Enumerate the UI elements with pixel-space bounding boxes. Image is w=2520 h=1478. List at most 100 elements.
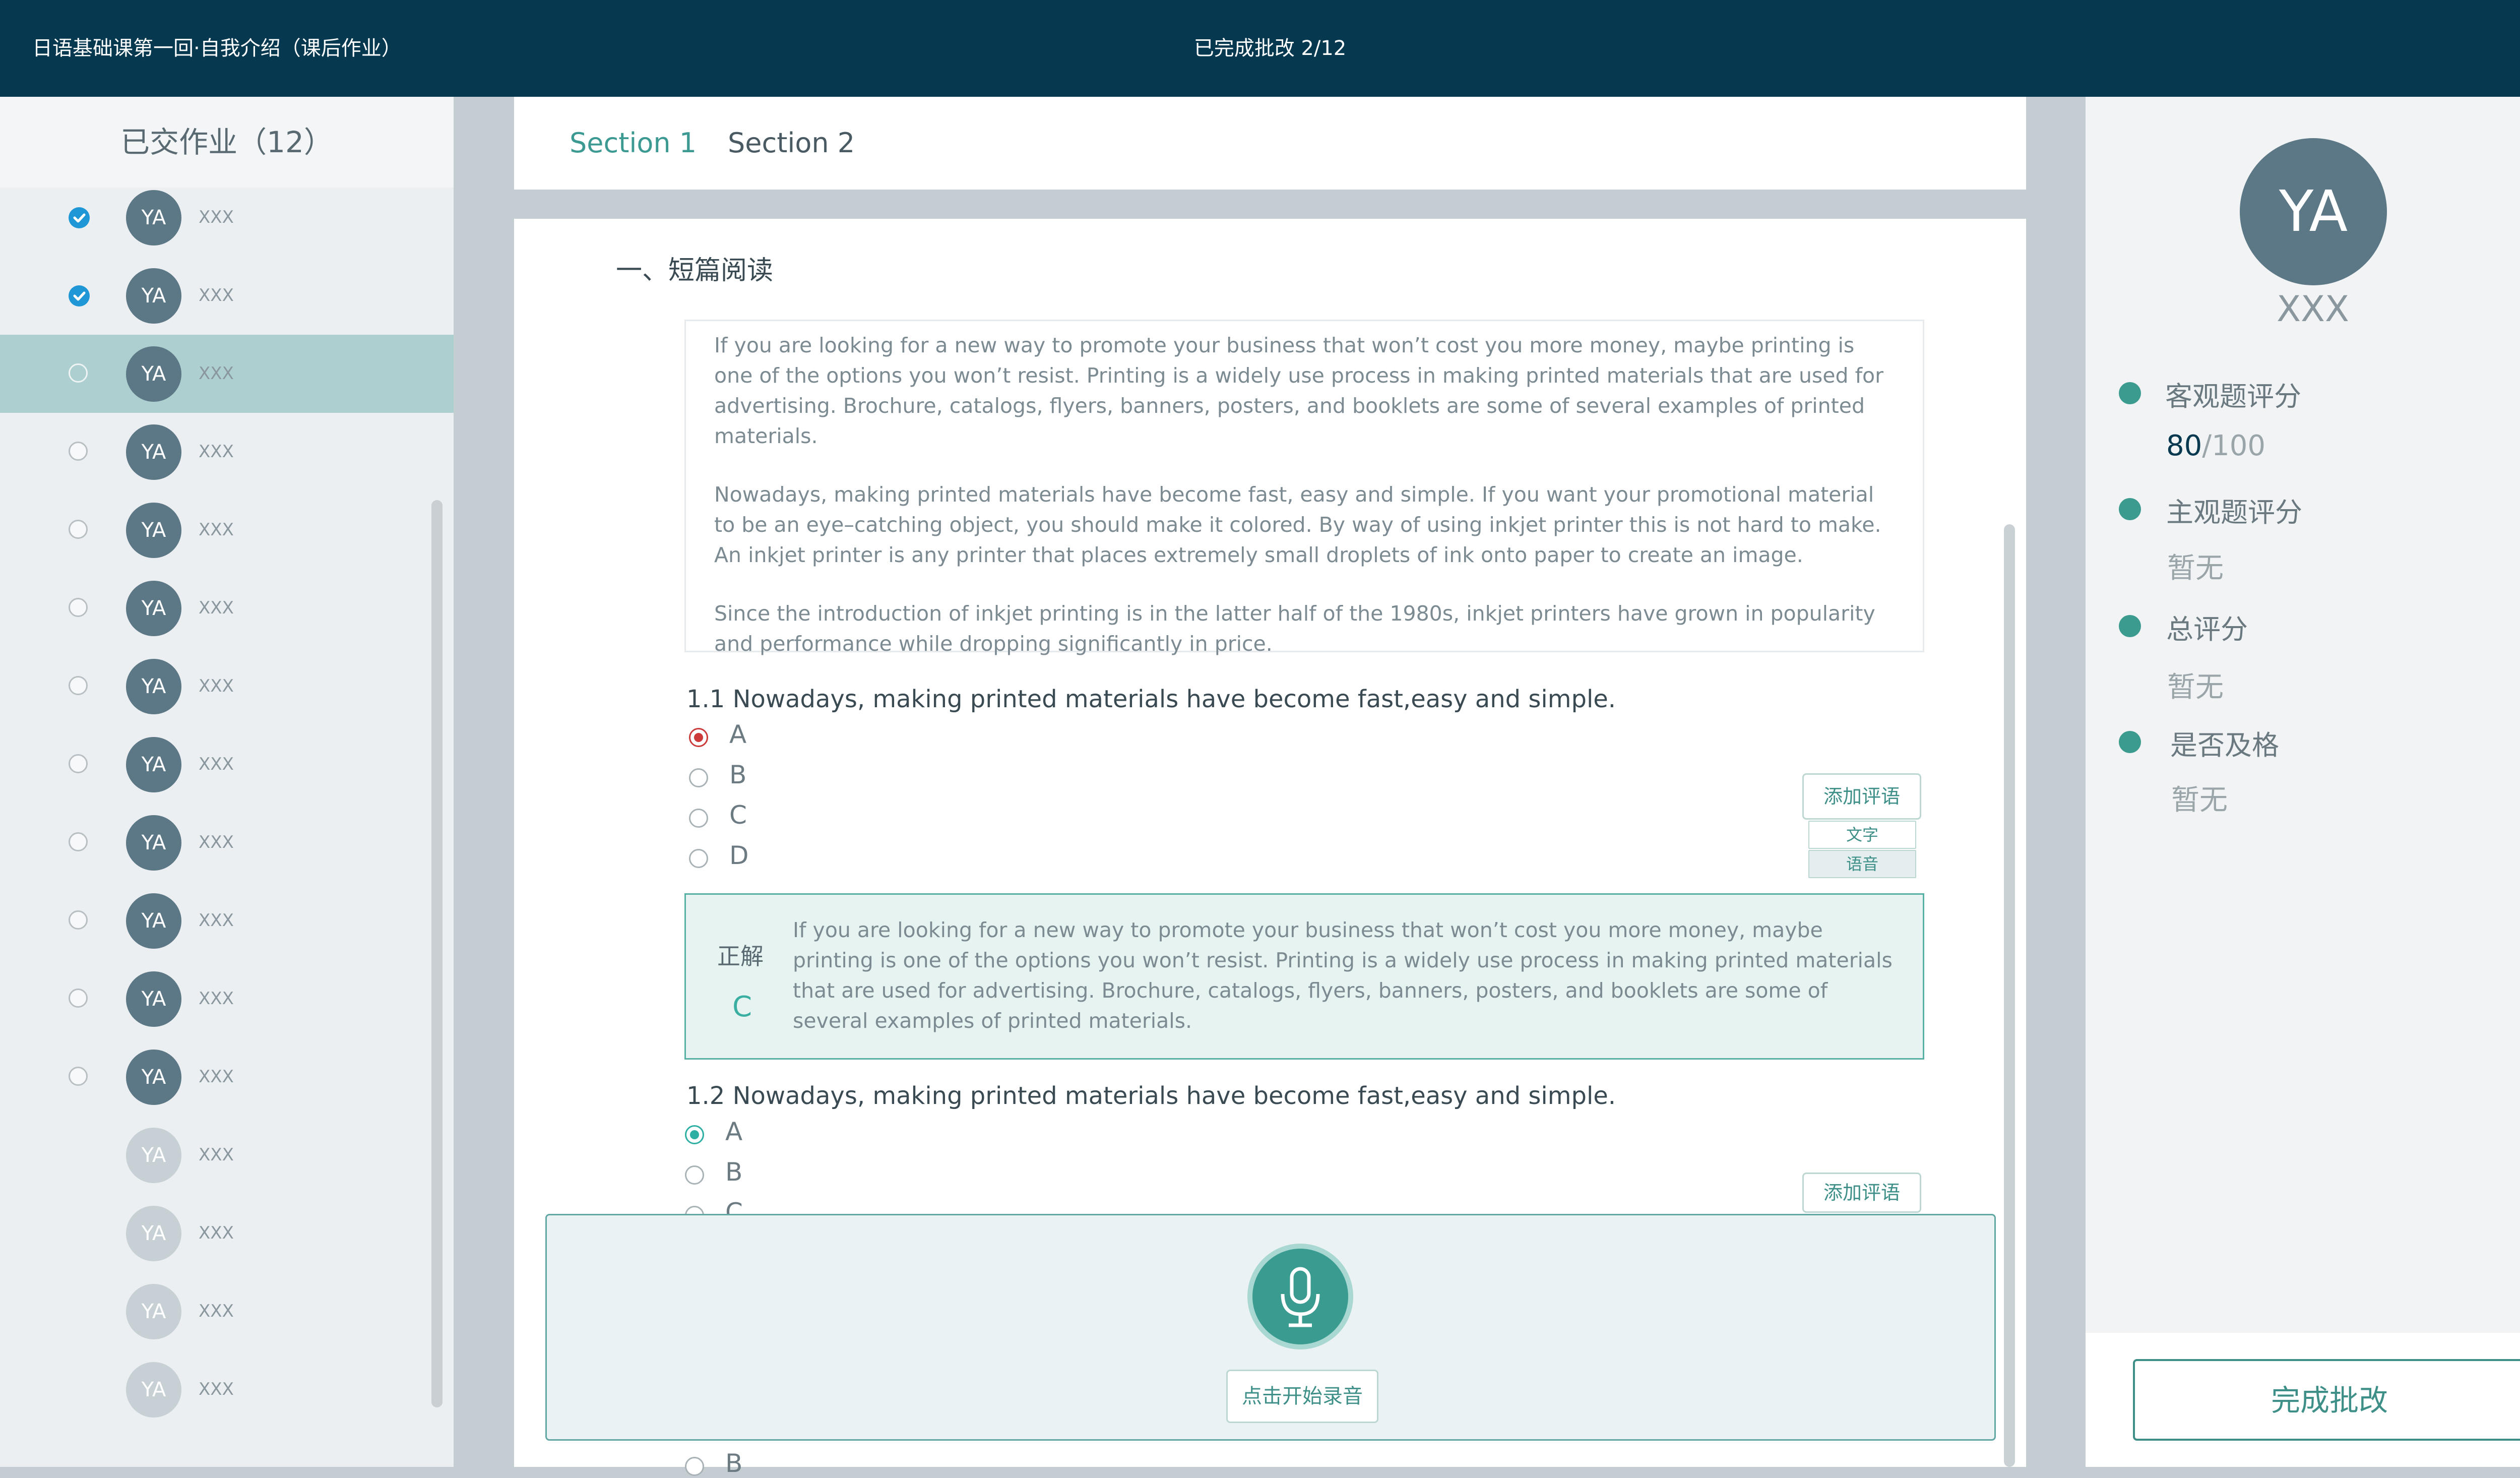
q2-add-comment-button[interactable]: 添加评语 (1802, 1173, 1921, 1213)
student-name: XXX (199, 207, 234, 227)
student-select-radio[interactable] (69, 832, 88, 851)
student-name: XXX (199, 754, 234, 774)
student-row[interactable]: YA XXX (0, 569, 454, 647)
student-row[interactable]: YA XXX (0, 491, 454, 569)
q3-option-b-radio[interactable] (685, 1457, 704, 1476)
student-select-radio[interactable] (69, 676, 88, 695)
student-avatar: YA (126, 1362, 181, 1418)
student-select-radio[interactable] (69, 363, 88, 383)
student-name: XXX (199, 1379, 234, 1399)
student-row[interactable]: YA XXX (0, 882, 454, 960)
student-avatar: YA (2240, 138, 2387, 285)
student-row[interactable]: YA XXX (0, 647, 454, 725)
q1-option-b-radio[interactable] (689, 768, 708, 787)
objective-score-label: 客观题评分 (2165, 381, 2301, 412)
student-avatar: YA (126, 268, 181, 324)
section-tab-bar: Section 1 Section 2 (514, 97, 2026, 190)
student-row[interactable]: YA XXX (0, 178, 454, 257)
student-select-radio[interactable] (69, 598, 88, 617)
student-name: XXX (199, 1301, 234, 1321)
assignment-title: 日语基础课第一回·自我介绍（课后作业） (32, 37, 402, 60)
reading-passage: If you are looking for a new way to prom… (684, 320, 1924, 656)
total-score-label: 总评分 (2166, 613, 2248, 645)
student-row[interactable]: YA XXX (0, 1194, 454, 1272)
student-select-radio[interactable] (69, 910, 88, 930)
student-select-radio[interactable] (69, 442, 88, 461)
tab-section-2[interactable]: Section 2 (728, 97, 855, 190)
student-avatar: YA (126, 659, 181, 714)
finish-grading-button[interactable]: 完成批改 (2133, 1359, 2520, 1441)
passage-paragraph: If you are looking for a new way to prom… (714, 333, 1883, 448)
voice-record-panel: 点击开始录音 (545, 1214, 1996, 1441)
question-2-text: 1.2 Nowadays, making printed materials h… (686, 1082, 1616, 1110)
q2-option-a-radio[interactable] (685, 1125, 704, 1144)
content-scrollbar[interactable] (2004, 524, 2015, 1467)
student-row[interactable]: YA XXX (0, 257, 454, 335)
q1-option-label: B (729, 760, 747, 789)
q1-option-d-radio[interactable] (689, 849, 708, 868)
passage-paragraph: Nowadays, making printed materials have … (714, 482, 1881, 567)
student-select-radio[interactable] (69, 520, 88, 539)
student-avatar: YA (126, 1284, 181, 1339)
q1-option-a-radio[interactable] (689, 728, 708, 747)
q1-option-c-radio[interactable] (689, 809, 708, 828)
student-row[interactable]: YA XXX (0, 413, 454, 491)
tab-section-1[interactable]: Section 1 (570, 97, 697, 190)
correct-answer-label: 正解 (717, 943, 764, 970)
student-select-radio[interactable] (69, 1067, 88, 1086)
q1-add-comment-button[interactable]: 添加评语 (1802, 773, 1921, 820)
student-name: XXX (199, 520, 234, 540)
comment-type-text[interactable]: 文字 (1808, 821, 1916, 849)
student-avatar: YA (126, 581, 181, 636)
sidebar-scrollbar[interactable] (431, 500, 443, 1407)
student-avatar: YA (126, 815, 181, 871)
student-row[interactable]: YA XXX (0, 960, 454, 1038)
student-avatar: YA (126, 893, 181, 949)
student-name: XXX (199, 285, 234, 305)
student-name: XXX (199, 1145, 234, 1165)
student-row[interactable]: YA XXX (0, 335, 454, 413)
status-dot (2119, 382, 2141, 404)
grading-panel: YA XXX 客观题评分 80/100 主观题评分 暂无 总评分 暂无 是否及格… (2086, 97, 2520, 1467)
q2-option-label: A (725, 1117, 743, 1146)
q1-option-label: A (729, 720, 747, 749)
student-name: XXX (199, 1067, 234, 1087)
q2-option-b-radio[interactable] (685, 1165, 704, 1185)
student-row[interactable]: YA XXX (0, 725, 454, 804)
student-select-radio[interactable] (69, 754, 88, 773)
student-name: XXX (2277, 288, 2349, 330)
submission-sidebar: 已交作业（12） YA XXX YA XXX YA XXX YA XXX YA XXX YA XXX Y… (0, 97, 454, 1467)
microphone-icon[interactable] (1252, 1249, 1348, 1344)
student-avatar: YA (126, 503, 181, 558)
student-row[interactable]: YA XXX (0, 1116, 454, 1194)
student-name: XXX (199, 1223, 234, 1243)
start-recording-button[interactable]: 点击开始录音 (1226, 1370, 1378, 1423)
student-avatar: YA (126, 971, 181, 1027)
graded-check-icon[interactable] (69, 207, 90, 228)
status-dot (2119, 731, 2141, 753)
objective-score-max: /100 (2202, 429, 2266, 462)
student-avatar: YA (126, 346, 181, 402)
objective-score: 80/100 (2166, 429, 2265, 462)
status-dot (2119, 615, 2141, 637)
student-row[interactable]: YA XXX (0, 1350, 454, 1429)
q2-option-label: B (725, 1157, 743, 1187)
q1-option-label: C (729, 800, 747, 830)
section-title: 一、短篇阅读 (616, 256, 774, 286)
student-row[interactable]: YA XXX (0, 804, 454, 882)
student-avatar: YA (126, 424, 181, 480)
correct-answer-box: 正解 C If you are looking for a new way to… (684, 893, 1924, 1060)
student-row[interactable]: YA XXX (0, 1272, 454, 1350)
pass-status-label: 是否及格 (2170, 729, 2279, 761)
answer-explanation: If you are looking for a new way to prom… (793, 918, 1893, 1033)
subjective-score-label: 主观题评分 (2166, 497, 2302, 528)
student-row[interactable]: YA XXX (0, 1038, 454, 1116)
student-select-radio[interactable] (69, 989, 88, 1008)
student-avatar: YA (126, 1128, 181, 1183)
graded-check-icon[interactable] (69, 285, 90, 306)
subjective-score-value: 暂无 (2167, 552, 2224, 585)
status-dot (2119, 498, 2141, 520)
top-bar: 日语基础课第一回·自我介绍（课后作业） 已完成批改 2/12 (0, 0, 2520, 97)
comment-type-voice[interactable]: 语音 (1808, 850, 1916, 878)
student-name: XXX (199, 832, 234, 852)
